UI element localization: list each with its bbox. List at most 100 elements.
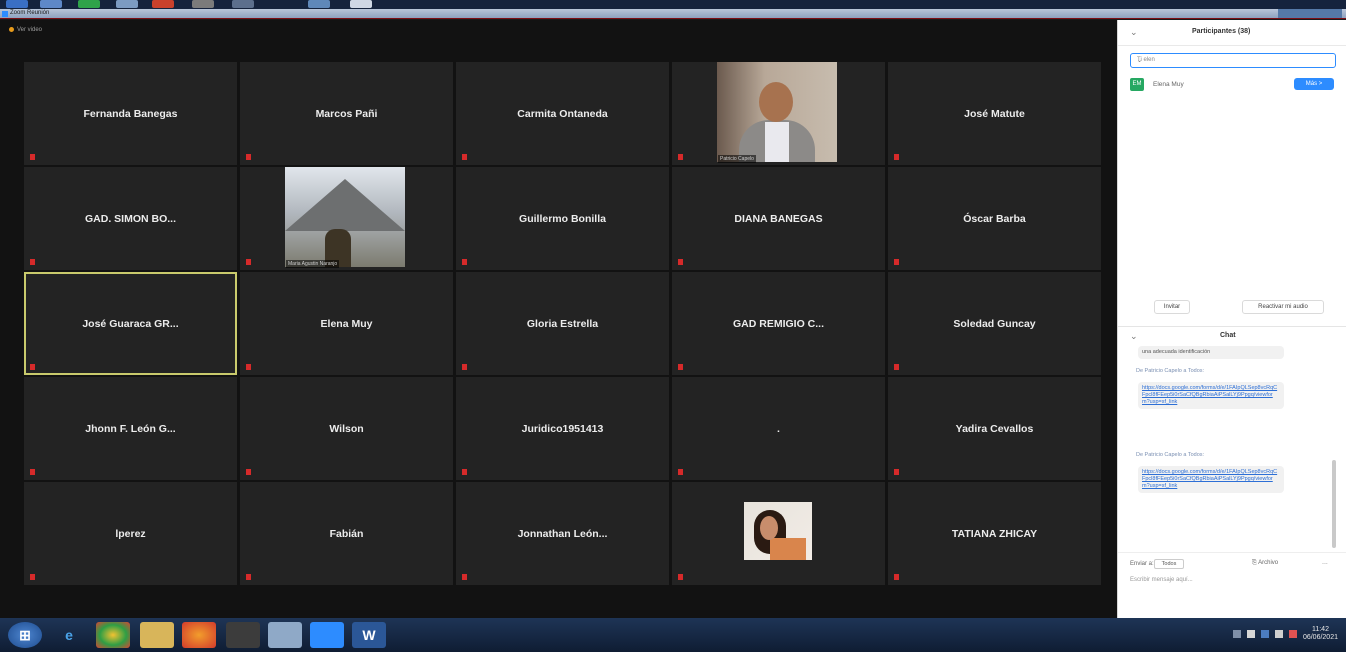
app-icon[interactable] [308,0,330,8]
file-explorer-icon[interactable] [140,622,174,648]
chat-input[interactable]: Escribir mensaje aquí... [1130,577,1193,583]
participant-tile[interactable]: Fernanda Banegas [24,62,237,165]
participant-tile[interactable]: Óscar Barba [888,167,1101,270]
windows-taskbar: ⊞ e W 11:42 06/06/2021 [0,618,1346,652]
participant-tile[interactable]: Carmita Ontaneda [456,62,669,165]
window-title: Zoom Reunión [10,10,50,16]
app-icon[interactable] [40,0,62,8]
participant-search-input[interactable]: Ti elen ⌄ [1130,53,1336,68]
muted-mic-icon [678,259,683,265]
participant-row[interactable]: EM Elena Muy Más > [1130,78,1336,92]
participant-name-tag: Patricio Capelo [718,155,756,163]
muted-mic-icon [246,364,251,370]
muted-mic-icon [894,574,899,580]
view-indicator[interactable]: Ver video [9,27,42,33]
participant-name: Juridico1951413 [521,422,604,435]
windows-start-icon[interactable]: ⊞ [8,622,42,648]
participant-actions: Invitar Reactivar mi audio [1154,300,1324,314]
muted-mic-icon [246,259,251,265]
app-icon[interactable] [78,0,100,8]
chat-link[interactable]: https://docs.google.com/forms/d/e/1FAIpQ… [1138,382,1284,409]
participant-tile[interactable]: GAD REMIGIO C... [672,272,885,375]
app-icon[interactable] [116,0,138,8]
participant-tile[interactable]: Elena Muy [240,272,453,375]
participant-tile[interactable]: Soledad Guncay [888,272,1101,375]
tablet-icon[interactable] [268,622,302,648]
chevron-down-icon[interactable]: ⌄ [1137,57,1330,64]
participant-tile[interactable]: Gloria Estrella [456,272,669,375]
participant-tile[interactable]: . [672,377,885,480]
participant-name: TATIANA ZHICAY [951,527,1038,540]
tray-icon[interactable] [1247,630,1256,638]
participant-tile[interactable]: Maria Agustin Naranjo [240,167,453,270]
app-icon[interactable] [152,0,174,8]
invite-button[interactable]: Invitar [1154,300,1190,314]
more-button[interactable]: Más > [1294,78,1334,90]
muted-mic-icon [246,469,251,475]
app-icon[interactable] [232,0,254,8]
chat-header: ⌄ Chat [1118,326,1346,344]
muted-mic-icon [894,154,899,160]
chrome-icon[interactable] [96,622,130,648]
participant-tile[interactable]: Yadira Cevallos [888,377,1101,480]
participant-tile[interactable]: Jhonn F. León G... [24,377,237,480]
muted-mic-icon [462,469,467,475]
muted-mic-icon [246,574,251,580]
app-icon[interactable] [350,0,372,8]
internet-explorer-icon[interactable]: e [52,622,86,648]
participant-tile[interactable]: DIANA BANEGAS [672,167,885,270]
participant-tile[interactable]: José Guaraca GR... [24,272,237,375]
window-controls[interactable] [1278,9,1342,18]
chat-scrollbar[interactable] [1332,460,1336,548]
system-tray: 11:42 06/06/2021 [1233,626,1338,644]
participant-tile[interactable] [672,482,885,585]
unmute-button[interactable]: Reactivar mi audio [1242,300,1324,314]
firefox-icon[interactable] [182,622,216,648]
window-titlebar[interactable]: Zoom Reunión [0,9,1346,19]
participant-name: Wilson [329,422,364,435]
participant-tile[interactable]: Jonnathan León... [456,482,669,585]
network-icon[interactable] [1261,630,1270,638]
more-options-icon[interactable]: ... [1322,559,1328,566]
participant-tile[interactable]: Guillermo Bonilla [456,167,669,270]
participant-name: José Guaraca GR... [82,317,179,330]
participant-name-tag: Maria Agustin Naranjo [286,260,340,268]
participant-name: Elena Muy [320,317,373,330]
collapse-chevron-icon[interactable]: ⌄ [1130,27,1138,38]
participant-tile[interactable]: GAD. SIMON BO... [24,167,237,270]
participant-tile[interactable]: Juridico1951413 [456,377,669,480]
send-to-select[interactable]: Todos [1154,559,1184,569]
participant-name: Óscar Barba [963,212,1026,225]
participant-name: Soledad Guncay [953,317,1036,330]
participant-tile[interactable]: TATIANA ZHICAY [888,482,1101,585]
media-player-icon[interactable] [226,622,260,648]
chat-link[interactable]: https://docs.google.com/forms/d/e/1FAIpQ… [1138,466,1284,493]
word-icon[interactable]: W [352,622,386,648]
muted-mic-icon [678,574,683,580]
collapse-chevron-icon[interactable]: ⌄ [1130,331,1138,342]
participant-name: GAD. SIMON BO... [84,212,176,225]
tray-icon[interactable] [1233,630,1242,638]
participant-tile[interactable]: José Matute [888,62,1101,165]
participant-tile[interactable]: Wilson [240,377,453,480]
participant-tile[interactable]: lperez [24,482,237,585]
chat-title: Chat [1220,332,1236,339]
file-button[interactable]: ⎘ Archivo [1252,560,1278,567]
muted-mic-icon [462,574,467,580]
participant-tile[interactable]: Marcos Pañi [240,62,453,165]
app-icon[interactable] [192,0,214,8]
muted-mic-icon [30,259,35,265]
zoom-icon[interactable] [310,622,344,648]
muted-mic-icon [30,469,35,475]
clock[interactable]: 11:42 06/06/2021 [1303,626,1338,642]
volume-icon[interactable] [1275,630,1284,638]
file-label: Archivo [1258,560,1279,566]
chat-message: una adecuada identificación [1138,346,1284,359]
participant-tile[interactable]: Patricio Capelo [672,62,885,165]
app-icon[interactable] [6,0,28,8]
participant-avatar: EM [1130,78,1144,91]
participant-tile[interactable]: Fabián [240,482,453,585]
participant-video [717,62,837,162]
view-label: Ver video [17,27,43,34]
flag-icon[interactable] [1289,630,1297,638]
